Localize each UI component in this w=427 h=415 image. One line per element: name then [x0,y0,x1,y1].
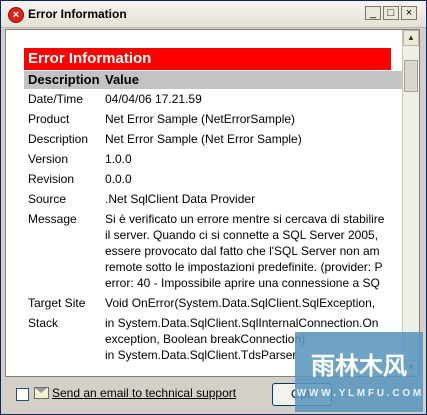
table-row: Source .Net SqlClient Data Provider [24,191,404,207]
title-bar[interactable]: × Error Information _ □ × [1,1,426,28]
row-value: .Net SqlClient Data Provider [105,191,405,207]
table-row: Description Net Error Sample (Net Error S… [24,131,404,147]
minimize-button[interactable]: _ [365,6,381,20]
table-row: Product Net Error Sample (NetErrorSample) [24,111,404,127]
report-heading: Error Information [24,48,391,70]
report-view[interactable]: Error Information Description Value Date… [5,29,420,377]
window-title: Error Information [28,7,127,21]
scroll-thumb[interactable] [404,60,418,92]
send-email-checkbox[interactable] [16,388,29,401]
row-label: Date/Time [28,92,83,106]
row-label: Message [28,212,77,226]
row-value: Net Error Sample (Net Error Sample) [105,131,405,147]
column-description: Description [28,72,100,87]
row-value-line: in System.Data.SqlClient.SqlInternalConn… [105,316,379,330]
row-value: 04/04/06 17.21.59 [105,91,405,107]
row-label: Product [28,112,70,126]
scroll-up-arrow-icon[interactable]: ▲ [403,30,419,46]
row-value-line: Si è verificato un errore mentre si cerc… [105,212,385,226]
row-label: Source [28,192,67,206]
row-value-line: il server. Quando ci si connette a SQL S… [105,228,379,242]
error-information-window: × Error Information _ □ × Error Informat… [0,0,427,415]
row-value-line: error: 40 - Impossibile aprire una conne… [105,276,380,290]
send-email-text: Send an email to technical support [52,386,237,400]
row-label: Version [28,152,69,166]
row-label: Stack [28,316,59,330]
row-label: Target Site [28,296,86,310]
row-value-line: 04/04/06 17.21.59 [105,92,202,106]
row-value: 0.0.0 [105,171,405,187]
row-value: Si è verificato un errore mentre si cerc… [105,211,405,291]
row-value: Void OnError(System.Data.SqlClient.SqlEx… [105,295,405,311]
site-watermark-logo: 雨林木风 W W W . Y L M F U . C O M [295,332,423,412]
table-row: Target Site Void OnError(System.Data.SqlC… [24,295,404,311]
row-value-line: Void OnError(System.Data.SqlClient.SqlEx… [105,296,376,310]
row-value-line: Net Error Sample (Net Error Sample) [105,132,302,146]
table-row: Message Si è verificato un errore mentre … [24,211,404,291]
watermark-url: W W W . Y L M F U . C O M [296,388,422,399]
row-value-line: 0.0.0 [105,172,132,186]
column-value: Value [105,72,139,87]
table-row: Date/Time 04/04/06 17.21.59 [24,91,404,107]
maximize-button[interactable]: □ [383,6,399,20]
row-value-line: 1.0.0 [105,152,132,166]
row-value-line: essere provocato dal fatto che l'SQL Ser… [105,244,380,258]
row-value-line: remote sotto le impostazioni predefinite… [105,260,383,274]
row-label: Description [28,132,89,146]
row-label: Revision [28,172,75,186]
error-icon: × [8,7,24,23]
close-button[interactable]: × [401,6,417,20]
watermark-text: 雨林木风 [311,352,407,380]
table-row: Revision 0.0.0 [24,171,404,187]
row-value-line: Net Error Sample (NetErrorSample) [105,112,296,126]
row-value: Net Error Sample (NetErrorSample) [105,111,405,127]
row-value-line: .Net SqlClient Data Provider [105,192,256,206]
send-email-label[interactable]: Send an email to technical support [52,386,236,400]
vertical-scrollbar[interactable]: ▲ ▼ [402,30,419,376]
envelope-icon [34,387,49,399]
table-row: Version 1.0.0 [24,151,404,167]
row-value: 1.0.0 [105,151,405,167]
table-header: Description Value [24,71,404,89]
